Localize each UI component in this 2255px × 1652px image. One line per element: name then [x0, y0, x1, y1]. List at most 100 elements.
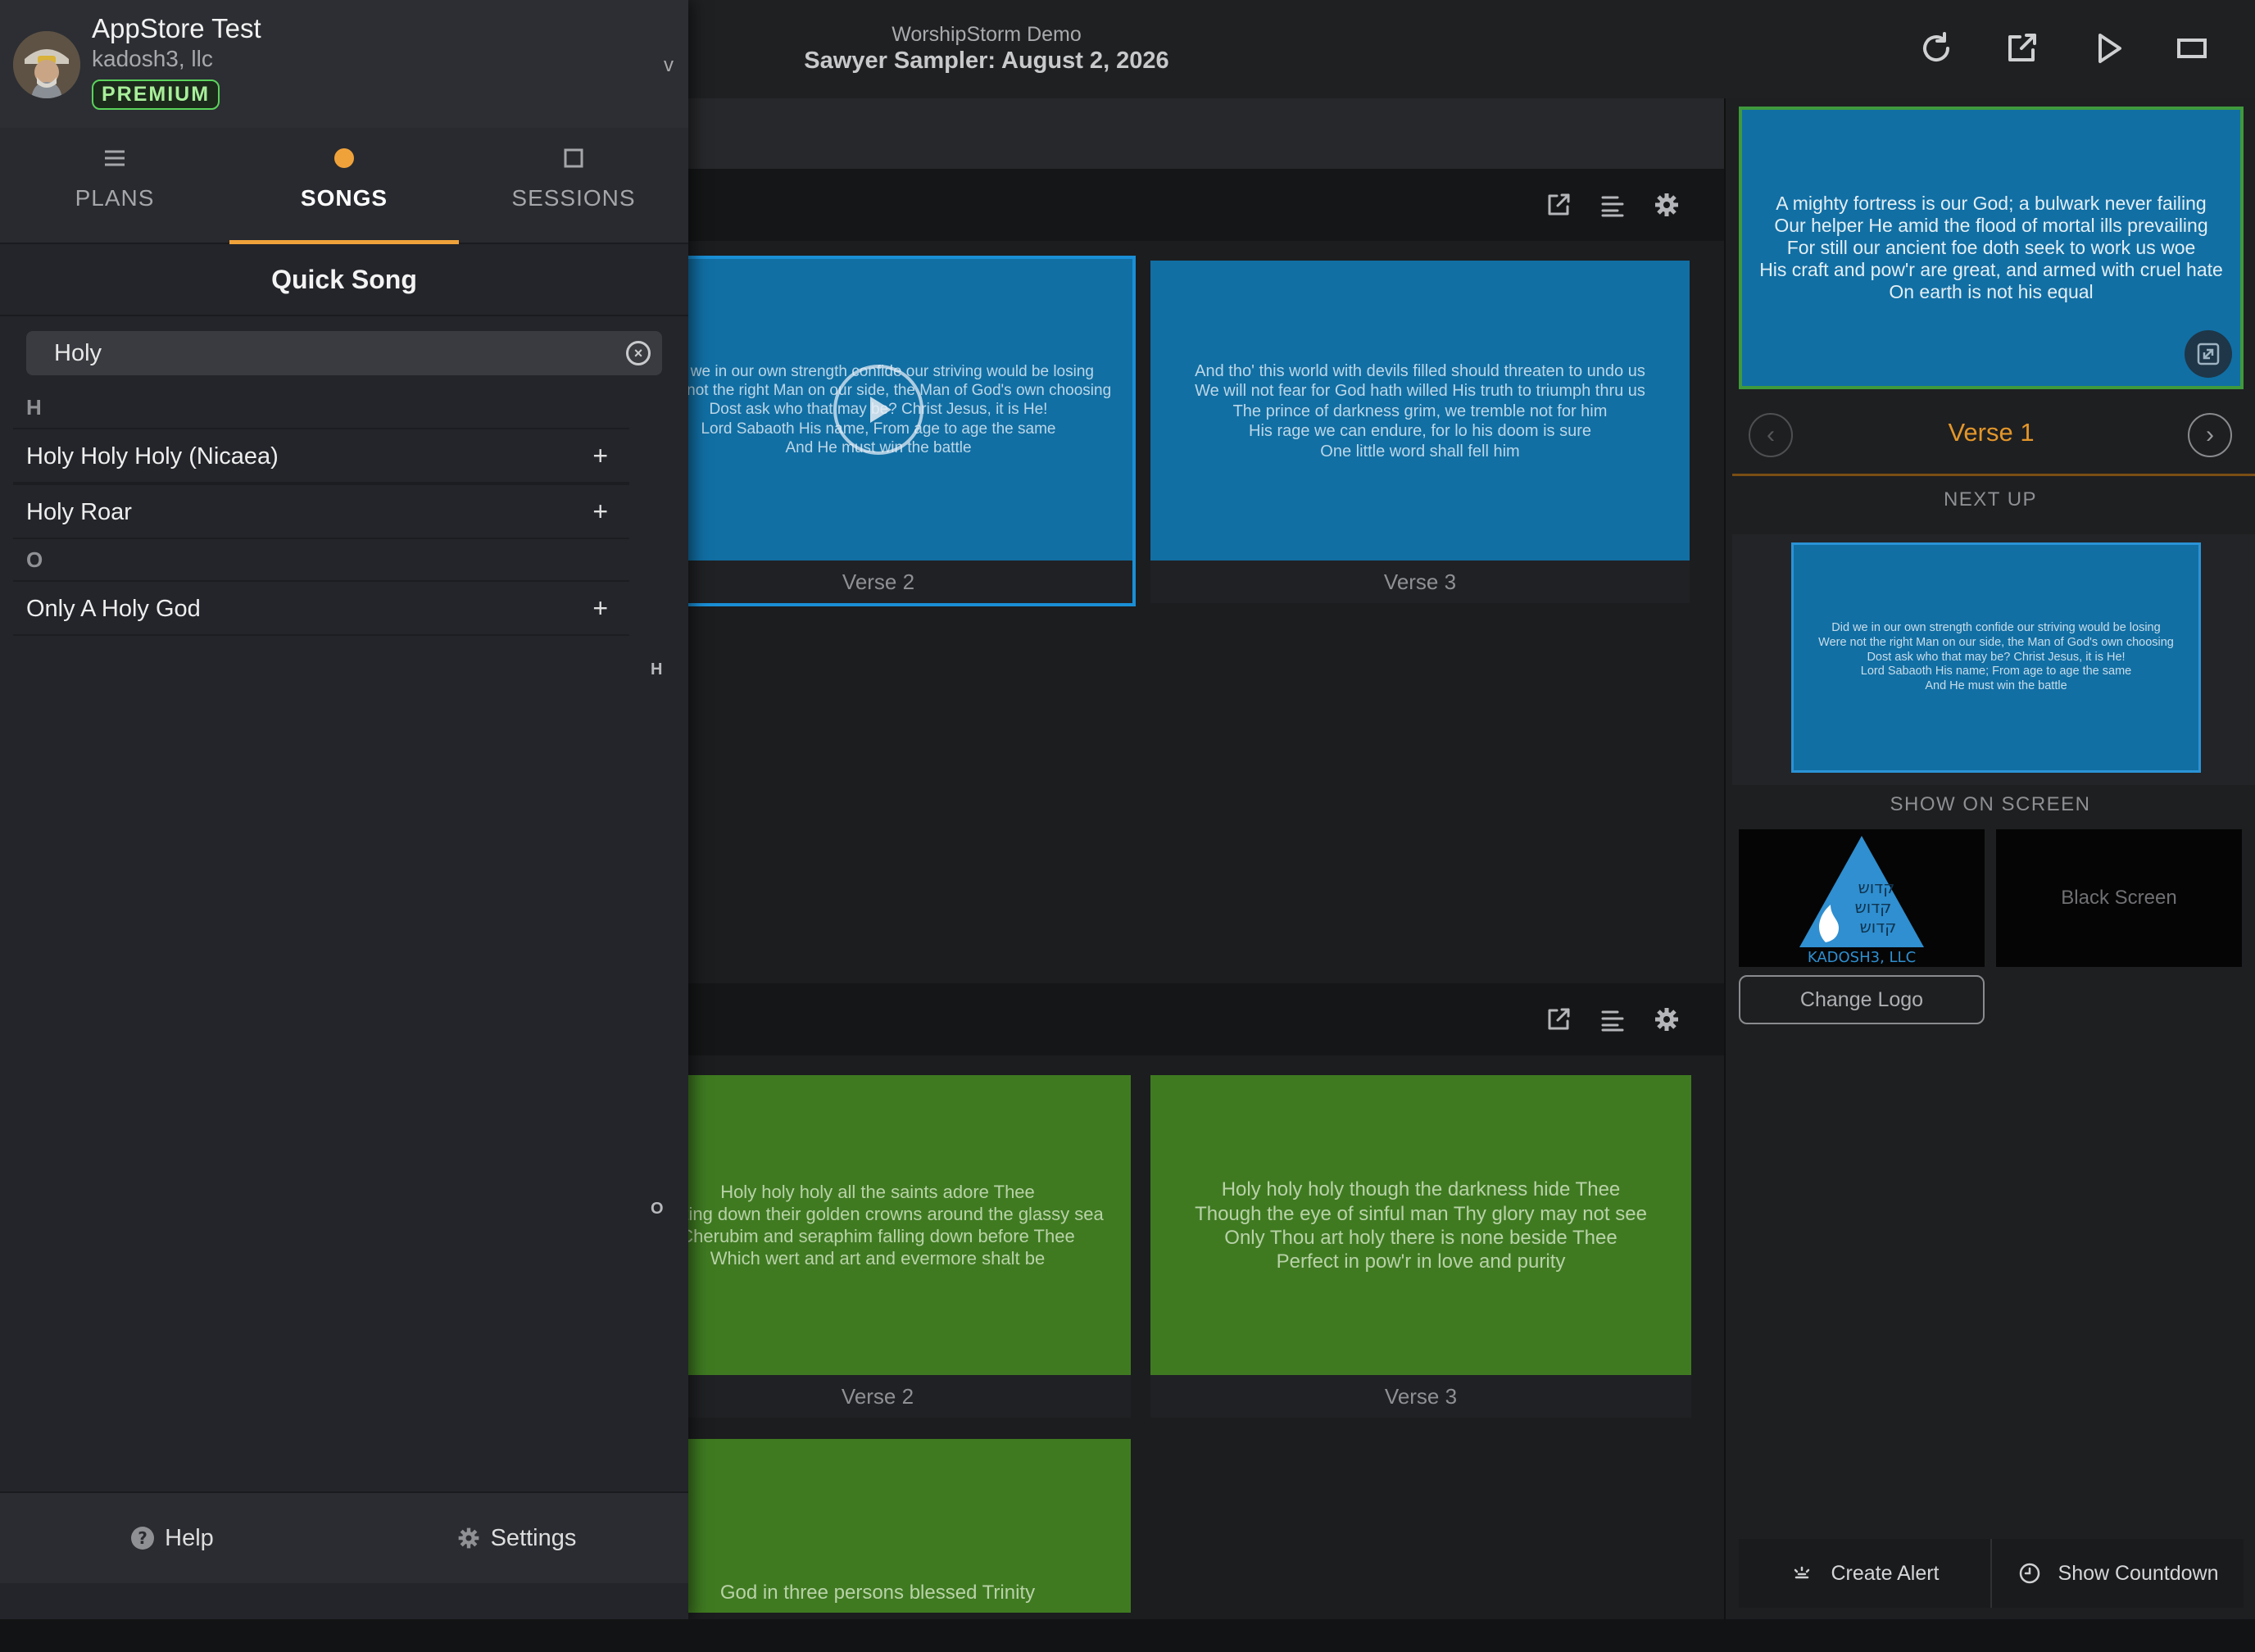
- song-title: Holy Roar: [26, 499, 132, 525]
- song-title: Only A Holy God: [26, 596, 201, 622]
- slide-thumbnail[interactable]: God in three persons blessed Trinity: [624, 1439, 1131, 1613]
- quick-song-title: Quick Song: [0, 244, 688, 316]
- slide-card[interactable]: God in three persons blessed Trinity: [624, 1439, 1131, 1613]
- alert-icon: [1794, 1566, 1810, 1579]
- side-drawer: AppStore Test kadosh3, llc PREMIUM v PLA…: [0, 0, 688, 1619]
- screen-icon[interactable]: [2167, 23, 2217, 74]
- section-letter: O: [26, 547, 43, 572]
- slide-caption: Verse 3: [1150, 560, 1690, 603]
- index-letter[interactable]: O: [651, 1200, 664, 1219]
- section-letter: H: [26, 395, 42, 420]
- next-up-slide[interactable]: Did we in our own strength confide our s…: [1791, 542, 2201, 773]
- premium-badge: PREMIUM: [92, 79, 220, 110]
- list-icon[interactable]: [1595, 1001, 1631, 1037]
- search-input[interactable]: [26, 331, 616, 375]
- chevron-down-icon[interactable]: v: [664, 54, 674, 77]
- add-song-icon[interactable]: +: [592, 441, 608, 471]
- account-name: AppStore Test: [92, 13, 261, 43]
- play-slide-icon[interactable]: [833, 365, 923, 455]
- next-up-lyrics: Did we in our own strength confide our s…: [1818, 621, 2174, 693]
- play-icon[interactable]: [2083, 23, 2134, 74]
- tab-label: SESSIONS: [511, 185, 636, 211]
- settings-button[interactable]: Settings: [344, 1493, 688, 1583]
- index-letter[interactable]: H: [651, 660, 662, 679]
- drawer-tabs: PLANS SONGS SESSIONS: [0, 128, 688, 244]
- bottom-bar: [0, 1619, 2255, 1652]
- clock-icon: [2019, 1563, 2039, 1584]
- app-root: WorshipStorm Demo Sawyer Sampler: August…: [0, 0, 2255, 1652]
- tab-sessions[interactable]: SESSIONS: [459, 128, 688, 244]
- account-header[interactable]: AppStore Test kadosh3, llc PREMIUM v: [0, 0, 688, 128]
- verse-navigator: ‹ Verse 1 ›: [1726, 402, 2255, 469]
- tab-label: SONGS: [300, 185, 388, 211]
- slide-card[interactable]: Holy holy holy all the saints adore Thee…: [624, 1075, 1131, 1418]
- next-verse-button[interactable]: ›: [2188, 413, 2232, 457]
- slide-card[interactable]: Holy holy holy though the darkness hide …: [1150, 1075, 1691, 1418]
- account-organization: kadosh3, llc: [92, 46, 213, 71]
- logo-hebrew-line: קדוש: [1858, 878, 1895, 897]
- slide-lyrics: And tho' this world with devils filled s…: [1195, 362, 1645, 461]
- song-title: Holy Holy Holy (Nicaea): [26, 443, 279, 470]
- logo-screen-tile[interactable]: קדוש קדוש קדוש KADOSH3, LLC: [1739, 829, 1985, 967]
- expand-icon[interactable]: [2185, 330, 2232, 378]
- song-list-item[interactable]: Holy Holy Holy (Nicaea) +: [13, 428, 629, 483]
- slide-caption: Verse 2: [624, 560, 1132, 603]
- gear-icon: [458, 1527, 479, 1549]
- live-panel: A mighty fortress is our God; a bulwark …: [1724, 98, 2255, 1619]
- slide-thumbnail[interactable]: Did we in our own strength confide our s…: [624, 259, 1132, 560]
- black-screen-tile[interactable]: Black Screen: [1996, 829, 2242, 967]
- square-icon: [459, 144, 688, 172]
- settings-label: Settings: [490, 1524, 577, 1551]
- slide-thumbnail[interactable]: Holy holy holy all the saints adore Thee…: [624, 1075, 1131, 1377]
- help-icon: ?: [131, 1527, 155, 1550]
- song-list-item[interactable]: Holy Roar +: [13, 483, 629, 539]
- edit-icon[interactable]: [1540, 187, 1577, 223]
- create-alert-button[interactable]: Create Alert: [1739, 1539, 1990, 1608]
- next-up-label: NEXT UP: [1943, 488, 2038, 511]
- slide-card[interactable]: Did we in our own strength confide our s…: [621, 256, 1136, 606]
- slide-lyrics: Holy holy holy all the saints adore Thee…: [651, 1182, 1104, 1268]
- tab-label: PLANS: [75, 185, 155, 211]
- help-label: Help: [165, 1524, 214, 1551]
- panel-actions: Create Alert Show Countdown: [1739, 1539, 2244, 1608]
- logo-company-name: KADOSH3, LLC: [1808, 949, 1916, 965]
- show-countdown-button[interactable]: Show Countdown: [1990, 1539, 2244, 1608]
- create-alert-label: Create Alert: [1831, 1561, 1940, 1585]
- gear-icon[interactable]: [1649, 1001, 1685, 1037]
- kadosh-logo: קדוש קדוש קדוש KADOSH3, LLC: [1799, 836, 1924, 965]
- change-logo-button[interactable]: Change Logo: [1739, 975, 1985, 1024]
- help-button[interactable]: ? Help: [0, 1493, 344, 1583]
- chevron-right-icon: ›: [2206, 421, 2214, 448]
- slide-thumbnail[interactable]: Holy holy holy though the darkness hide …: [1150, 1075, 1691, 1377]
- slide-caption: Verse 3: [1150, 1375, 1691, 1418]
- current-verse-name: Verse 1: [1948, 418, 2035, 447]
- show-countdown-label: Show Countdown: [2058, 1561, 2219, 1585]
- menu-icon: [0, 144, 229, 172]
- slide-thumbnail[interactable]: And tho' this world with devils filled s…: [1150, 261, 1690, 562]
- slide-card[interactable]: And tho' this world with devils filled s…: [1150, 261, 1690, 603]
- gear-icon[interactable]: [1649, 187, 1685, 223]
- avatar: [13, 31, 80, 98]
- svg-text:?: ?: [138, 1528, 147, 1548]
- add-song-icon[interactable]: +: [592, 593, 608, 624]
- logo-hebrew-line: קדוש: [1860, 917, 1897, 937]
- song-list-item[interactable]: Only A Holy God +: [13, 580, 629, 636]
- verse-divider: [1732, 474, 2255, 476]
- clear-search-icon[interactable]: ×: [626, 341, 651, 365]
- live-lyrics: A mighty fortress is our God; a bulwark …: [1759, 192, 2223, 303]
- show-on-screen-label: SHOW ON SCREEN: [1890, 793, 2091, 815]
- logo-hebrew-line: קדוש: [1855, 897, 1892, 917]
- slide-lyrics: God in three persons blessed Trinity: [719, 1581, 1036, 1604]
- add-song-icon[interactable]: +: [592, 497, 608, 527]
- edit-icon[interactable]: [1996, 23, 2047, 74]
- tab-songs[interactable]: SONGS: [229, 128, 459, 244]
- edit-icon[interactable]: [1540, 1001, 1577, 1037]
- list-icon[interactable]: [1595, 187, 1631, 223]
- tab-plans[interactable]: PLANS: [0, 128, 229, 244]
- live-preview[interactable]: A mighty fortress is our God; a bulwark …: [1739, 107, 2244, 389]
- next-up-area: Did we in our own strength confide our s…: [1732, 534, 2255, 785]
- song-search-box[interactable]: ×: [26, 331, 662, 375]
- refresh-icon[interactable]: [1911, 23, 1962, 74]
- drawer-footer: ? Help Settings: [0, 1491, 688, 1583]
- slide-caption: Verse 2: [624, 1375, 1131, 1418]
